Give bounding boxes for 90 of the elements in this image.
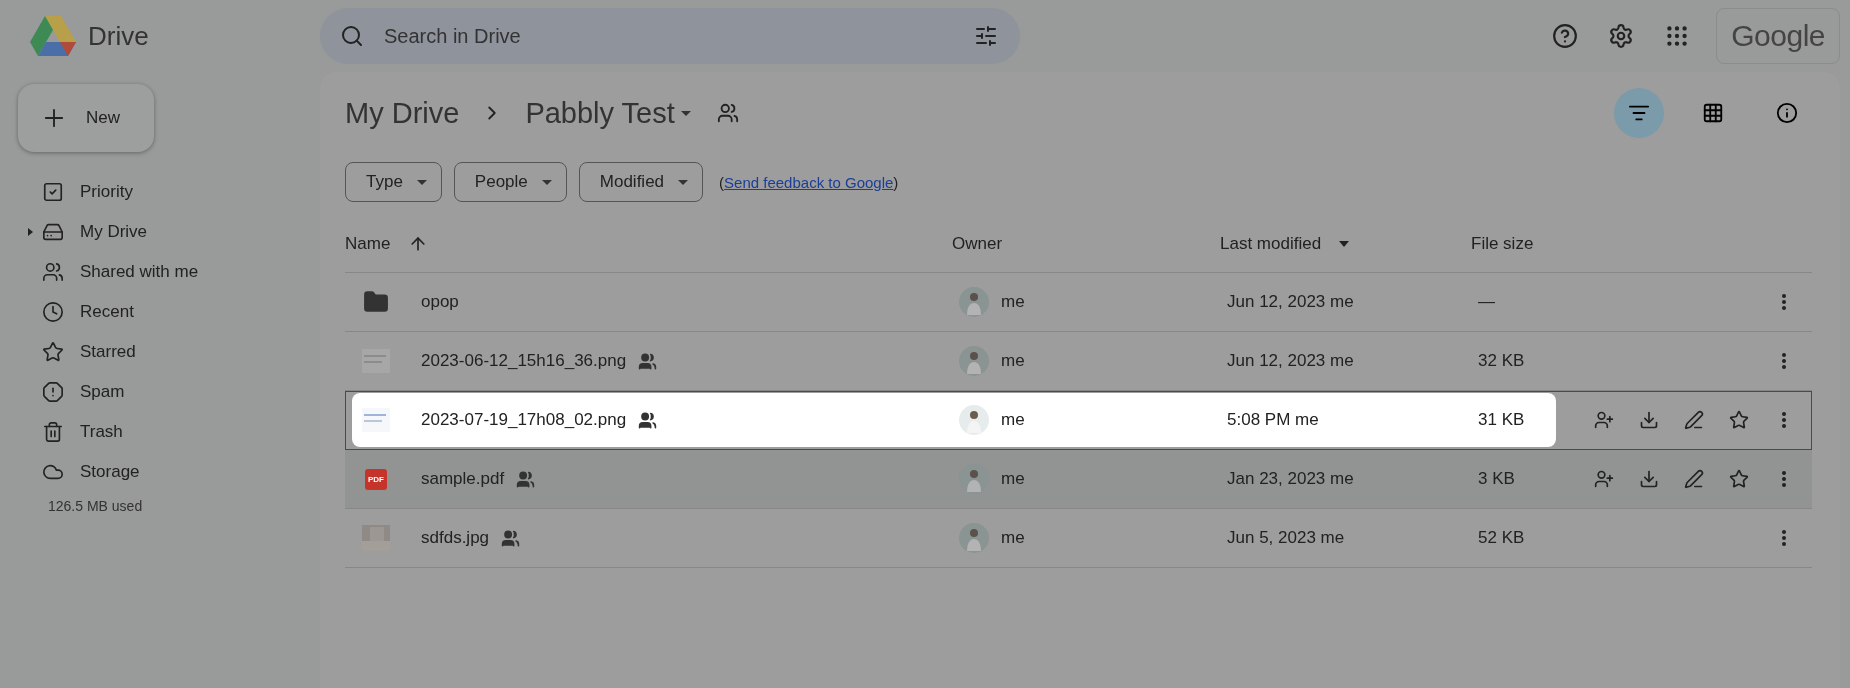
search-field[interactable]: Search in Drive <box>320 8 1020 64</box>
file-name[interactable]: sample.pdf <box>421 469 505 489</box>
image-thumbnail <box>362 408 390 432</box>
avatar-icon <box>959 346 989 376</box>
file-name[interactable]: 2023-07-19_17h08_02.png <box>421 410 627 430</box>
avatar-icon <box>959 464 989 494</box>
more-icon <box>1782 471 1786 487</box>
account-button[interactable]: Google <box>1716 8 1840 64</box>
sidebar-item[interactable]: Recent <box>18 292 308 332</box>
sidebar-item[interactable]: My Drive <box>18 212 308 252</box>
pencil-icon <box>1684 469 1704 489</box>
column-header[interactable]: Last modified <box>1220 234 1350 254</box>
download-icon <box>1639 410 1659 430</box>
sidebar-item[interactable]: Storage <box>18 452 308 492</box>
grid-icon <box>1702 102 1724 124</box>
column-header[interactable]: Owner <box>952 234 1003 254</box>
shared-icon <box>716 102 739 124</box>
sidebar-item[interactable]: Starred <box>18 332 308 372</box>
settings-icon <box>1608 23 1635 49</box>
file-size: 31 KB <box>1478 410 1525 429</box>
file-name[interactable]: sdfds.jpg <box>421 528 490 548</box>
modified-date: Jun 12, 2023 me <box>1227 351 1354 371</box>
owner-name: me <box>1001 469 1025 489</box>
search-icon <box>340 24 364 48</box>
caret-icon <box>680 110 691 116</box>
filter-chip[interactable]: People <box>453 162 567 202</box>
star-icon <box>42 341 64 363</box>
checkbox-icon <box>42 181 64 203</box>
alert-icon <box>42 381 64 403</box>
caret-icon <box>678 179 689 185</box>
drive-icon <box>42 221 64 243</box>
filter-chip[interactable]: Type <box>345 162 442 202</box>
filter-chip[interactable]: Modified <box>578 162 704 202</box>
folder-icon <box>363 289 389 315</box>
download-icon <box>1639 469 1659 489</box>
more-icon <box>1782 530 1786 546</box>
star-icon <box>1729 410 1749 430</box>
modified-date: 5:08 PM me <box>1227 410 1319 430</box>
new-button[interactable]: New <box>18 84 154 152</box>
avatar-icon <box>959 405 989 435</box>
sidebar-item[interactable]: Trash <box>18 412 308 452</box>
file-size: 3 KB <box>1478 469 1515 488</box>
caret-icon <box>541 179 552 185</box>
sidebar-item[interactable]: Priority <box>18 172 308 212</box>
add-person-icon <box>1594 410 1614 430</box>
column-header[interactable]: File size <box>1471 234 1534 254</box>
sidebar-item[interactable]: Shared with me <box>18 252 308 292</box>
storage-usage: 126.5 MB used <box>47 497 144 514</box>
owner-name: me <box>1001 410 1025 430</box>
breadcrumb-link[interactable]: My Drive <box>345 96 460 130</box>
avatar-icon <box>959 523 989 553</box>
clock-icon <box>42 301 64 323</box>
file-size: 52 KB <box>1478 528 1525 547</box>
add-person-icon <box>1594 469 1614 489</box>
file-row[interactable]: 2023-07-19_17h08_02.png me 5:08 PM me 31 KB <box>345 391 1812 450</box>
info-icon <box>1776 102 1798 124</box>
file-size: — <box>1478 292 1495 311</box>
modified-date: Jan 23, 2023 me <box>1227 469 1354 489</box>
caret-icon <box>416 179 427 185</box>
search-options-icon[interactable] <box>974 24 998 48</box>
pdf-icon: PDF <box>365 468 387 490</box>
more-icon <box>1782 412 1786 428</box>
owner-name: me <box>1001 292 1025 312</box>
modified-date: Jun 12, 2023 me <box>1227 292 1354 312</box>
star-icon <box>1729 469 1749 489</box>
feedback-link[interactable]: Send feedback to Google <box>724 173 894 191</box>
app-name: Drive <box>88 20 149 52</box>
file-row[interactable]: PDF sample.pdf me Jan 23, 2023 me 3 KB <box>345 450 1812 509</box>
pencil-icon <box>1684 410 1704 430</box>
more-icon <box>1782 353 1786 369</box>
help-icon <box>1552 23 1579 49</box>
folder-title[interactable]: Pabbly Test <box>525 96 691 130</box>
sidebar-item[interactable]: Spam <box>18 372 308 412</box>
trash-icon <box>42 421 64 443</box>
file-name[interactable]: 2023-06-12_15h16_36.png <box>421 351 627 371</box>
file-name[interactable]: opop <box>421 292 459 312</box>
people-icon <box>42 261 64 283</box>
feedback-text: (Send feedback to Google) <box>719 173 899 191</box>
search-input[interactable]: Search in Drive <box>382 23 956 49</box>
image-thumbnail <box>362 349 390 373</box>
owner-name: me <box>1001 528 1025 548</box>
drive-logo-icon <box>30 16 76 56</box>
file-size: 32 KB <box>1478 351 1525 370</box>
expand-caret-icon[interactable] <box>28 228 33 236</box>
owner-name: me <box>1001 351 1025 371</box>
avatar-icon <box>959 287 989 317</box>
column-header[interactable]: Name <box>345 234 429 254</box>
more-icon <box>1782 294 1786 310</box>
filter-button[interactable] <box>1614 88 1664 138</box>
modified-date: Jun 5, 2023 me <box>1227 528 1345 548</box>
